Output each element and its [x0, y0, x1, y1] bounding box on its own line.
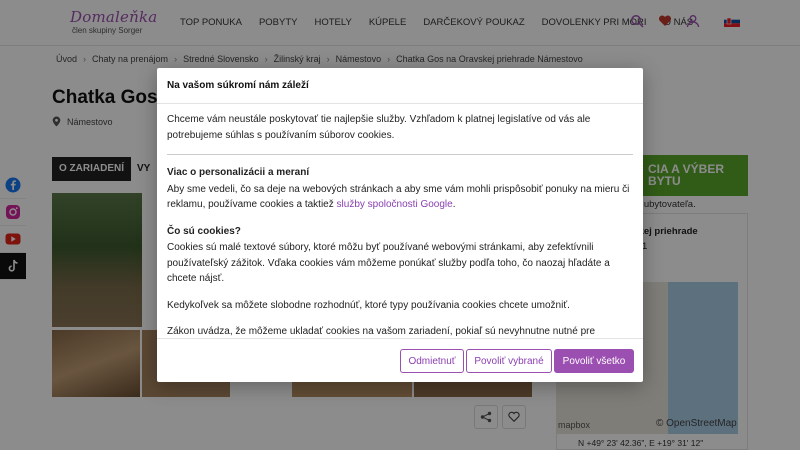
section-heading: Čo sú cookies? — [167, 225, 241, 237]
intro-text: Chceme vám neustále poskytovať tie najle… — [167, 114, 591, 141]
dialog-body[interactable]: Chceme vám neustále poskytovať tie najle… — [167, 112, 633, 338]
allow-selected-button[interactable]: Povoliť vybrané — [466, 349, 552, 373]
paragraph: Zákon uvádza, že môžeme ukladať cookies … — [167, 326, 596, 337]
cookie-consent-dialog: Na vašom súkromí nám záleží Chceme vám n… — [157, 68, 643, 382]
google-services-link[interactable]: služby spoločnosti Google — [337, 199, 453, 210]
section-heading: Viac o personalizácii a meraní — [167, 167, 310, 178]
reject-button[interactable]: Odmietnuť — [400, 349, 464, 373]
dialog-title: Na vašom súkromí nám záleží — [167, 80, 309, 91]
section-text: Cookies sú malé textové súbory, ktoré mô… — [167, 242, 610, 284]
divider — [167, 154, 633, 155]
section-text: Aby sme vedeli, čo sa deje na webových s… — [167, 182, 633, 213]
allow-all-button[interactable]: Povoliť všetko — [554, 349, 634, 373]
dialog-header: Na vašom súkromí nám záleží — [157, 68, 643, 104]
section-text-end: . — [452, 199, 456, 210]
paragraph: Kedykoľvek sa môžete slobodne rozhodnúť,… — [167, 299, 570, 311]
dialog-footer: Odmietnuť Povoliť vybrané Povoliť všetko — [157, 338, 643, 382]
